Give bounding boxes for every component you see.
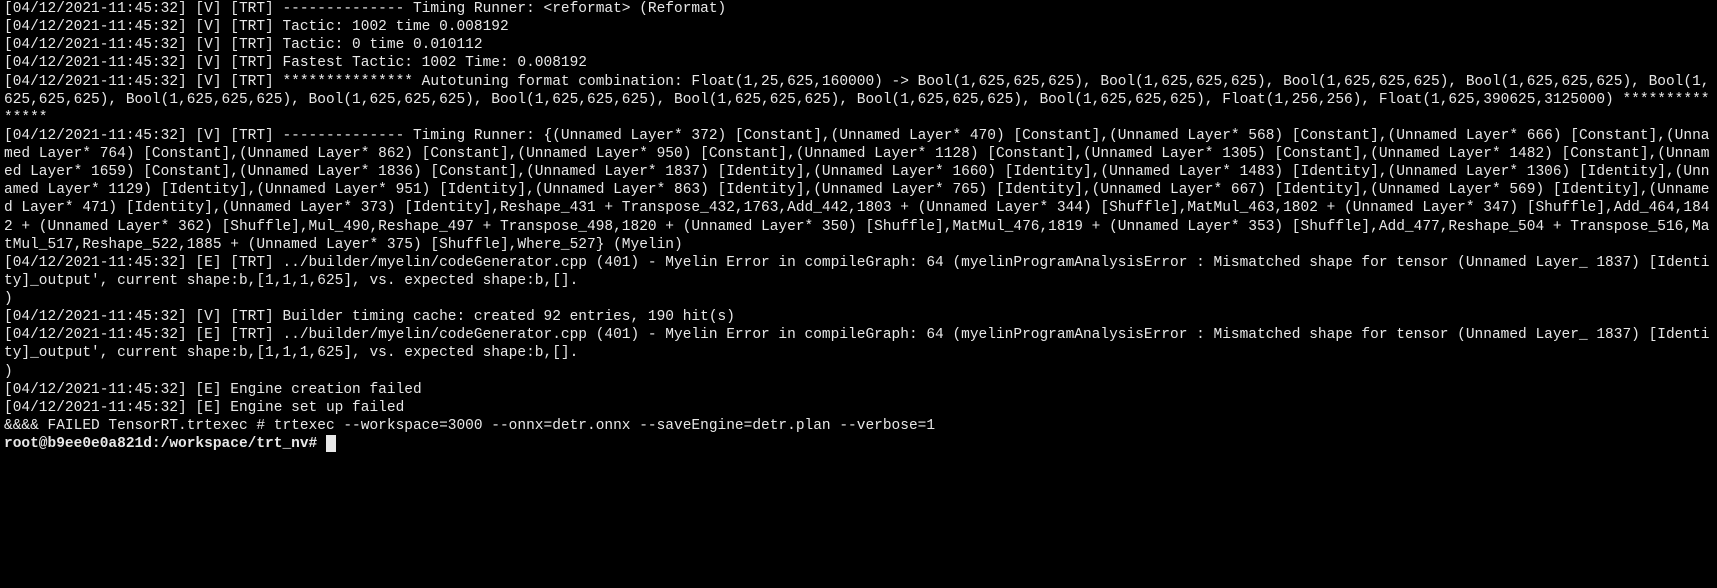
log-line: ) xyxy=(4,291,13,307)
cursor-icon[interactable] xyxy=(326,435,336,452)
log-line: [04/12/2021-11:45:32] [V] [TRT] --------… xyxy=(4,1,726,17)
log-line-failed: &&&& FAILED TensorRT.trtexec # trtexec -… xyxy=(4,418,935,434)
log-line: [04/12/2021-11:45:32] [V] [TRT] Builder … xyxy=(4,309,735,325)
log-line-error: [04/12/2021-11:45:32] [E] Engine creatio… xyxy=(4,382,422,398)
log-line: [04/12/2021-11:45:32] [V] [TRT] Tactic: … xyxy=(4,19,509,35)
log-line-error: [04/12/2021-11:45:32] [E] [TRT] ../build… xyxy=(4,327,1709,361)
log-line-error: [04/12/2021-11:45:32] [E] Engine set up … xyxy=(4,400,404,416)
log-line-timing-runner: [04/12/2021-11:45:32] [V] [TRT] --------… xyxy=(4,128,1709,253)
log-line: [04/12/2021-11:45:32] [V] [TRT] Tactic: … xyxy=(4,37,483,53)
log-line: ) xyxy=(4,364,13,380)
shell-prompt: root@b9ee0e0a821d:/workspace/trt_nv# xyxy=(4,436,326,452)
log-line-autotuning: [04/12/2021-11:45:32] [V] [TRT] ********… xyxy=(4,74,1709,126)
terminal-output[interactable]: [04/12/2021-11:45:32] [V] [TRT] --------… xyxy=(0,0,1717,455)
log-line-error: [04/12/2021-11:45:32] [E] [TRT] ../build… xyxy=(4,255,1709,289)
log-line: [04/12/2021-11:45:32] [V] [TRT] Fastest … xyxy=(4,55,587,71)
